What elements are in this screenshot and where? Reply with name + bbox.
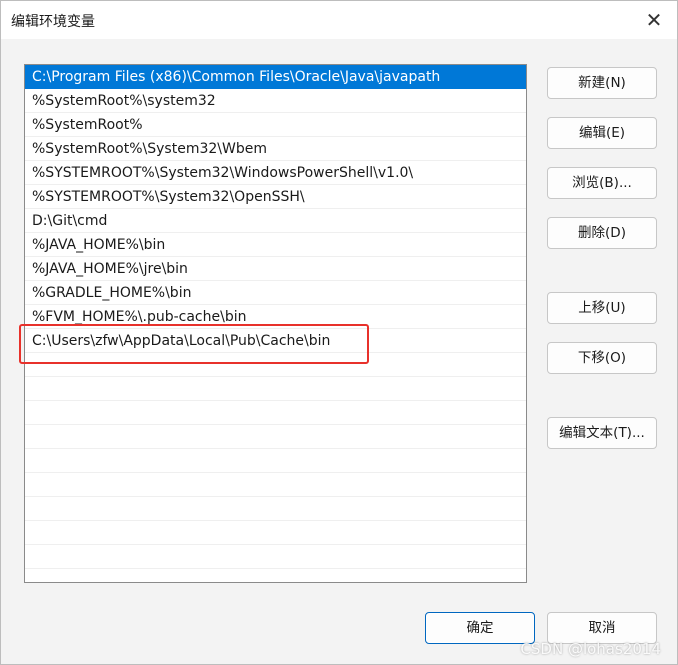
list-item[interactable] bbox=[25, 377, 526, 401]
list-item[interactable]: %FVM_HOME%\.pub-cache\bin bbox=[25, 305, 526, 329]
list-item[interactable]: C:\Users\zfw\AppData\Local\Pub\Cache\bin bbox=[25, 329, 526, 353]
move-down-button[interactable]: 下移(O) bbox=[547, 342, 657, 374]
watermark: CSDN @lohas2014 bbox=[520, 640, 661, 658]
ok-button[interactable]: 确定 bbox=[425, 612, 535, 644]
list-item[interactable] bbox=[25, 521, 526, 545]
list-item[interactable] bbox=[25, 449, 526, 473]
edit-text-button[interactable]: 编辑文本(T)... bbox=[547, 417, 657, 449]
list-item[interactable] bbox=[25, 353, 526, 377]
list-item[interactable] bbox=[25, 401, 526, 425]
new-button[interactable]: 新建(N) bbox=[547, 67, 657, 99]
list-item[interactable] bbox=[25, 497, 526, 521]
list-item[interactable] bbox=[25, 569, 526, 582]
list-item[interactable]: %JAVA_HOME%\jre\bin bbox=[25, 257, 526, 281]
list-item[interactable]: %JAVA_HOME%\bin bbox=[25, 233, 526, 257]
edit-button[interactable]: 编辑(E) bbox=[547, 117, 657, 149]
dialog-title: 编辑环境变量 bbox=[11, 14, 95, 30]
list-item[interactable]: %SystemRoot% bbox=[25, 113, 526, 137]
list-item[interactable]: D:\Git\cmd bbox=[25, 209, 526, 233]
list-item[interactable] bbox=[25, 473, 526, 497]
move-up-button[interactable]: 上移(U) bbox=[547, 292, 657, 324]
list-item[interactable]: %SYSTEMROOT%\System32\WindowsPowerShell\… bbox=[25, 161, 526, 185]
list-item[interactable] bbox=[25, 545, 526, 569]
list-item[interactable]: C:\Program Files (x86)\Common Files\Orac… bbox=[25, 65, 526, 89]
delete-button[interactable]: 删除(D) bbox=[547, 217, 657, 249]
title-bar: 编辑环境变量 ✕ bbox=[1, 1, 677, 39]
list-item[interactable]: %SYSTEMROOT%\System32\OpenSSH\ bbox=[25, 185, 526, 209]
browse-button[interactable]: 浏览(B)... bbox=[547, 167, 657, 199]
close-icon[interactable]: ✕ bbox=[639, 5, 669, 35]
list-item[interactable]: %SystemRoot%\system32 bbox=[25, 89, 526, 113]
list-item[interactable]: %GRADLE_HOME%\bin bbox=[25, 281, 526, 305]
list-item[interactable]: %SystemRoot%\System32\Wbem bbox=[25, 137, 526, 161]
list-item[interactable] bbox=[25, 425, 526, 449]
path-list[interactable]: C:\Program Files (x86)\Common Files\Orac… bbox=[24, 64, 527, 583]
edit-env-variable-dialog: 编辑环境变量 ✕ C:\Program Files (x86)\Common F… bbox=[0, 0, 678, 665]
